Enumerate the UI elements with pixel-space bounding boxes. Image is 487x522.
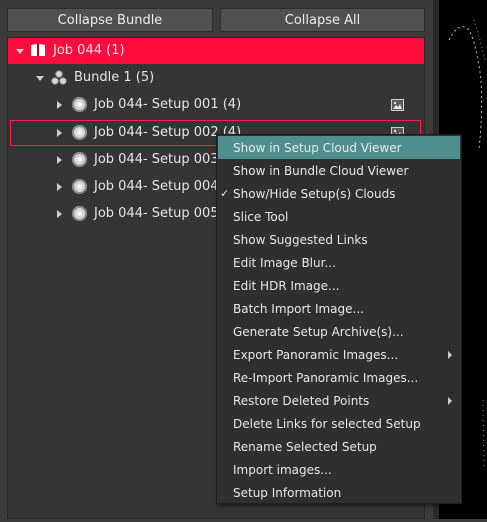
menu-item-rename-selected-setup[interactable]: Rename Selected Setup — [218, 435, 460, 458]
menu-item-label: Export Panoramic Images... — [233, 347, 399, 362]
menu-item-label: Show Suggested Links — [233, 232, 368, 247]
menu-item-label: Re-Import Panoramic Images... — [233, 370, 419, 385]
submenu-arrow-icon — [448, 396, 452, 405]
chevron-down-icon[interactable] — [16, 49, 24, 54]
menu-item-label: Edit HDR Image... — [233, 278, 340, 293]
menu-item-show-suggested-links[interactable]: Show Suggested Links — [218, 228, 460, 251]
menu-item-label: Rename Selected Setup — [233, 439, 377, 454]
menu-item-label: Show/Hide Setup(s) Clouds — [233, 186, 396, 201]
submenu-arrow-icon — [448, 350, 452, 359]
tree-label-bundle: Bundle 1 (5) — [74, 70, 155, 85]
menu-item-label: Delete Links for selected Setup — [233, 416, 421, 431]
menu-item-label: Show in Bundle Cloud Viewer — [233, 163, 409, 178]
menu-item-label: Slice Tool — [233, 209, 289, 224]
chevron-right-icon[interactable] — [57, 101, 62, 109]
tree-row-bundle[interactable]: Bundle 1 (5) — [8, 65, 424, 91]
chevron-right-icon[interactable] — [57, 156, 62, 164]
context-menu: Show in Setup Cloud Viewer Show in Bundl… — [216, 134, 462, 504]
chevron-down-icon[interactable] — [36, 76, 44, 81]
menu-item-label: Setup Information — [233, 485, 342, 500]
setup-icon — [72, 125, 87, 140]
menu-item-generate-setup-archive[interactable]: Generate Setup Archive(s)... — [218, 320, 460, 343]
tree-row-setup[interactable]: Job 044- Setup 001 (4) — [8, 92, 424, 118]
menu-item-restore-deleted-points[interactable]: Restore Deleted Points — [218, 389, 460, 412]
menu-item-show-in-setup-cloud-viewer[interactable]: Show in Setup Cloud Viewer — [218, 136, 460, 159]
menu-item-label: Generate Setup Archive(s)... — [233, 324, 404, 339]
bundle-icon — [51, 70, 67, 85]
menu-item-slice-tool[interactable]: Slice Tool — [218, 205, 460, 228]
menu-item-label: Batch Import Image... — [233, 301, 364, 316]
collapse-all-button[interactable]: Collapse All — [220, 8, 425, 32]
menu-item-edit-hdr-image[interactable]: Edit HDR Image... — [218, 274, 460, 297]
setup-icon — [72, 97, 87, 112]
tree-label-setup: Job 044- Setup 003 ( — [94, 152, 228, 167]
menu-item-label: Edit Image Blur... — [233, 255, 336, 270]
menu-item-edit-image-blur[interactable]: Edit Image Blur... — [218, 251, 460, 274]
tree-row-job[interactable]: Job 044 (1) — [8, 38, 424, 64]
chevron-right-icon[interactable] — [57, 210, 62, 218]
menu-item-label: Show in Setup Cloud Viewer — [233, 140, 402, 155]
chevron-right-icon[interactable] — [57, 183, 62, 191]
setup-icon — [72, 206, 87, 221]
tree-label-job: Job 044 (1) — [53, 43, 125, 58]
menu-item-delete-links-for-selected-setup[interactable]: Delete Links for selected Setup — [218, 412, 460, 435]
setup-icon — [72, 179, 87, 194]
menu-item-show-in-bundle-cloud-viewer[interactable]: Show in Bundle Cloud Viewer — [218, 159, 460, 182]
tree-label-setup: Job 044- Setup 005 ( — [94, 206, 228, 221]
menu-item-show-hide-setup-clouds[interactable]: ✓ Show/Hide Setup(s) Clouds — [218, 182, 460, 205]
check-icon: ✓ — [220, 187, 230, 200]
menu-item-setup-information[interactable]: Setup Information — [218, 481, 460, 504]
tree-label-setup: Job 044- Setup 004 ( — [94, 179, 228, 194]
menu-item-export-panoramic-images[interactable]: Export Panoramic Images... — [218, 343, 460, 366]
collapse-bundle-button[interactable]: Collapse Bundle — [7, 8, 213, 32]
menu-item-batch-import-image[interactable]: Batch Import Image... — [218, 297, 460, 320]
menu-item-re-import-panoramic-images[interactable]: Re-Import Panoramic Images... — [218, 366, 460, 389]
setup-icon — [72, 152, 87, 167]
chevron-right-icon[interactable] — [57, 129, 62, 137]
job-book-icon — [30, 43, 46, 57]
menu-item-label: Restore Deleted Points — [233, 393, 370, 408]
tree-label-setup: Job 044- Setup 001 (4) — [94, 97, 242, 112]
image-icon — [391, 99, 404, 111]
menu-item-label: Import images... — [233, 462, 332, 477]
menu-item-import-images[interactable]: Import images... — [218, 458, 460, 481]
